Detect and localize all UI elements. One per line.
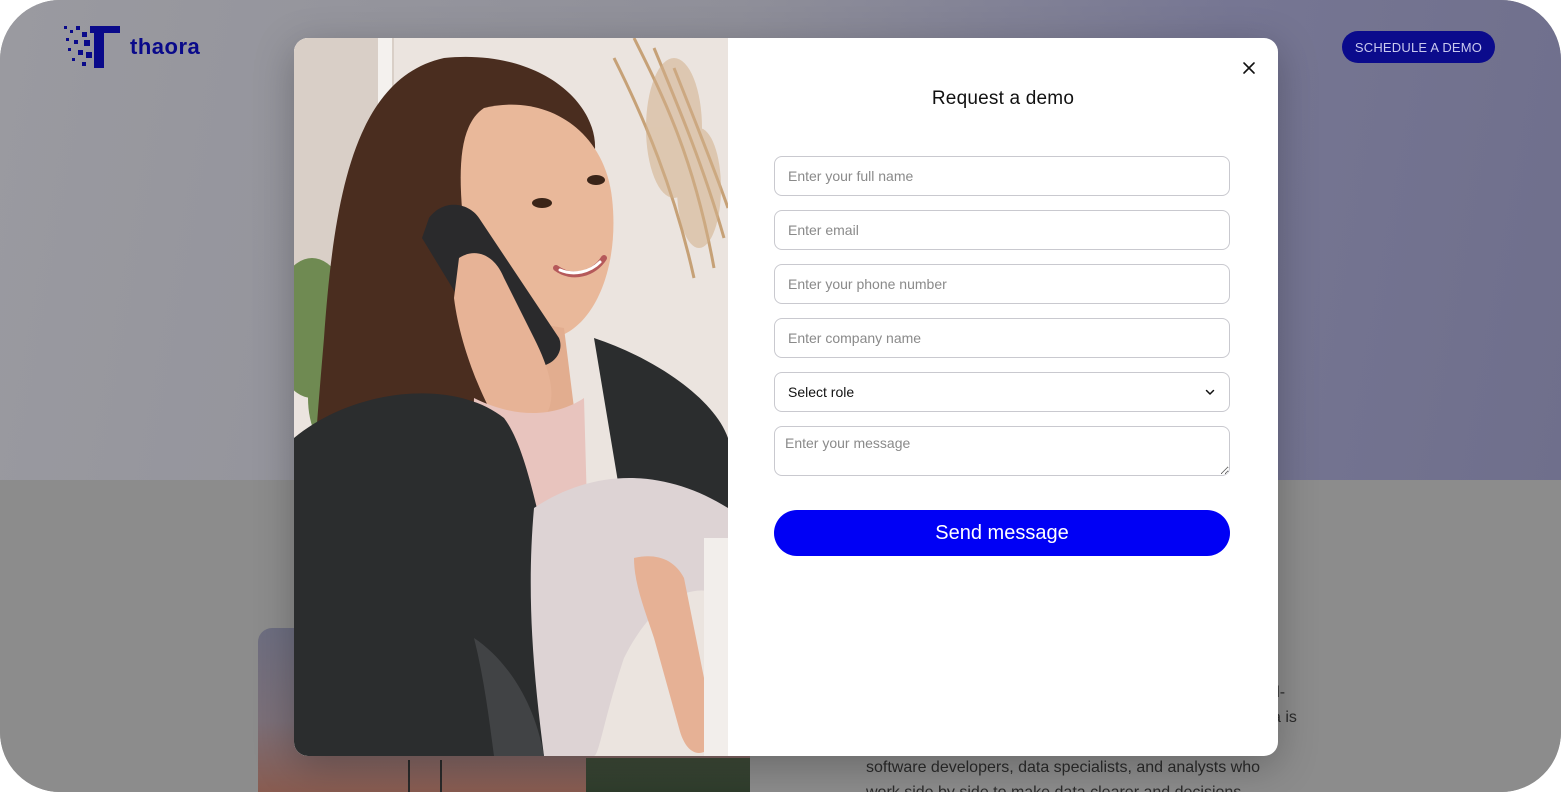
company-input[interactable] bbox=[774, 318, 1230, 358]
photo-illustration bbox=[294, 38, 728, 756]
request-demo-modal: Request a demo Select role Send message bbox=[294, 38, 1278, 756]
email-input[interactable] bbox=[774, 210, 1230, 250]
text-line: work side by side to make data clearer a… bbox=[866, 780, 1241, 792]
close-icon bbox=[1243, 62, 1255, 74]
tower-silhouette bbox=[408, 760, 442, 792]
role-select-value: Select role bbox=[788, 384, 855, 400]
brand-logo[interactable]: thaora bbox=[64, 26, 200, 68]
chevron-down-icon bbox=[1205, 389, 1215, 395]
forest-image bbox=[586, 758, 750, 792]
text-line: software developers, data specialists, a… bbox=[866, 759, 1260, 776]
browser-viewport: thaora SCHEDULE A DEMO nd- a is software… bbox=[0, 0, 1561, 792]
brand-name: thaora bbox=[130, 34, 201, 59]
send-message-button[interactable]: Send message bbox=[774, 510, 1230, 556]
woman-on-phone-photo bbox=[294, 38, 728, 756]
modal-title: Request a demo bbox=[931, 88, 1075, 109]
full-name-input[interactable] bbox=[774, 156, 1230, 196]
logo-icon bbox=[64, 26, 120, 68]
phone-input[interactable] bbox=[774, 264, 1230, 304]
schedule-demo-button[interactable]: SCHEDULE A DEMO bbox=[1342, 31, 1495, 63]
message-textarea[interactable] bbox=[774, 426, 1230, 476]
demo-request-form: Request a demo Select role Send message bbox=[728, 38, 1278, 756]
role-select[interactable]: Select role bbox=[774, 372, 1230, 412]
close-button[interactable] bbox=[1238, 57, 1260, 79]
